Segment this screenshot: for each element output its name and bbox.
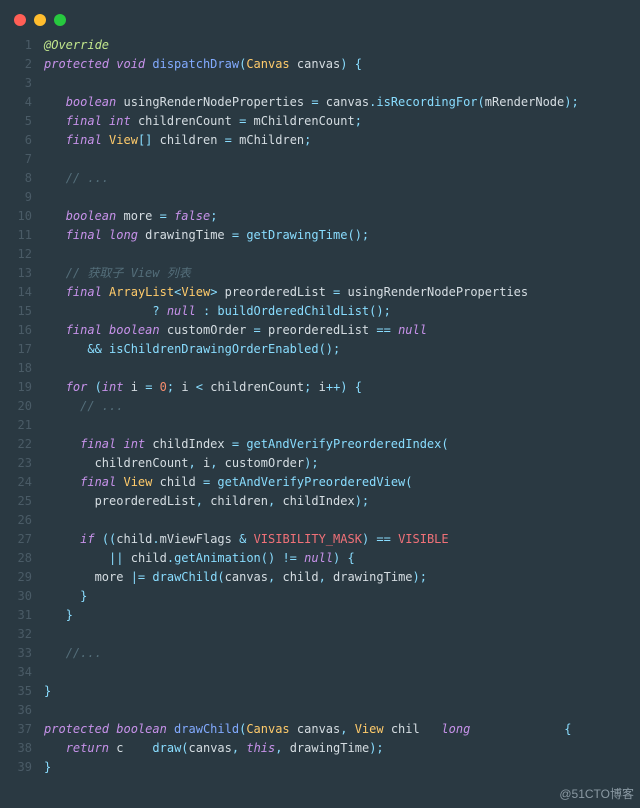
code-line[interactable]: return c draw(canvas, this, drawingTime)… xyxy=(44,739,640,758)
code-line[interactable] xyxy=(44,150,640,169)
line-number: 7 xyxy=(0,150,32,169)
line-number: 2 xyxy=(0,55,32,74)
zoom-icon[interactable] xyxy=(54,14,66,26)
code-line[interactable]: boolean usingRenderNodeProperties = canv… xyxy=(44,93,640,112)
line-number: 24 xyxy=(0,473,32,492)
code-line[interactable]: // ... xyxy=(44,397,640,416)
code-line[interactable]: @Override xyxy=(44,36,640,55)
code-line[interactable]: final int childrenCount = mChildrenCount… xyxy=(44,112,640,131)
line-number: 12 xyxy=(0,245,32,264)
line-number: 33 xyxy=(0,644,32,663)
line-number: 38 xyxy=(0,739,32,758)
line-number: 15 xyxy=(0,302,32,321)
code-line[interactable]: final View child = getAndVerifyPreordere… xyxy=(44,473,640,492)
line-number: 36 xyxy=(0,701,32,720)
code-line[interactable] xyxy=(44,245,640,264)
line-number: 4 xyxy=(0,93,32,112)
line-number: 3 xyxy=(0,74,32,93)
line-number: 26 xyxy=(0,511,32,530)
code-line[interactable]: more |= drawChild(canvas, child, drawing… xyxy=(44,568,640,587)
line-number: 34 xyxy=(0,663,32,682)
line-number: 13 xyxy=(0,264,32,283)
code-line[interactable]: for (int i = 0; i < childrenCount; i++) … xyxy=(44,378,640,397)
code-editor-window: 1234567891011121314151617181920212223242… xyxy=(0,0,640,808)
code-line[interactable]: || child.getAnimation() != null) { xyxy=(44,549,640,568)
line-number: 27 xyxy=(0,530,32,549)
code-line[interactable]: ? null : buildOrderedChildList(); xyxy=(44,302,640,321)
code-line[interactable]: //... xyxy=(44,644,640,663)
code-line[interactable]: final boolean customOrder = preorderedLi… xyxy=(44,321,640,340)
line-number: 29 xyxy=(0,568,32,587)
code-line[interactable]: final View[] children = mChildren; xyxy=(44,131,640,150)
line-number: 22 xyxy=(0,435,32,454)
code-line[interactable]: if ((child.mViewFlags & VISIBILITY_MASK)… xyxy=(44,530,640,549)
code-line[interactable] xyxy=(44,416,640,435)
line-number: 21 xyxy=(0,416,32,435)
code-line[interactable]: final int childIndex = getAndVerifyPreor… xyxy=(44,435,640,454)
line-number: 10 xyxy=(0,207,32,226)
line-number: 23 xyxy=(0,454,32,473)
code-line[interactable] xyxy=(44,663,640,682)
code-line[interactable]: // 获取子 View 列表 xyxy=(44,264,640,283)
code-line[interactable]: boolean more = false; xyxy=(44,207,640,226)
line-number: 39 xyxy=(0,758,32,777)
line-number: 5 xyxy=(0,112,32,131)
code-line[interactable]: final long drawingTime = getDrawingTime(… xyxy=(44,226,640,245)
code-line[interactable]: } xyxy=(44,682,640,701)
code-line[interactable]: preorderedList, children, childIndex); xyxy=(44,492,640,511)
line-number: 28 xyxy=(0,549,32,568)
line-number: 31 xyxy=(0,606,32,625)
code-line[interactable] xyxy=(44,701,640,720)
code-line[interactable]: protected void dispatchDraw(Canvas canva… xyxy=(44,55,640,74)
line-number-gutter: 1234567891011121314151617181920212223242… xyxy=(0,36,32,777)
code-line[interactable]: && isChildrenDrawingOrderEnabled(); xyxy=(44,340,640,359)
code-line[interactable]: } xyxy=(44,606,640,625)
line-number: 20 xyxy=(0,397,32,416)
line-number: 1 xyxy=(0,36,32,55)
line-number: 17 xyxy=(0,340,32,359)
code-line[interactable]: final ArrayList<View> preorderedList = u… xyxy=(44,283,640,302)
code-line[interactable] xyxy=(44,359,640,378)
line-number: 35 xyxy=(0,682,32,701)
line-number: 25 xyxy=(0,492,32,511)
code-line[interactable]: childrenCount, i, customOrder); xyxy=(44,454,640,473)
line-number: 16 xyxy=(0,321,32,340)
line-number: 9 xyxy=(0,188,32,207)
code-line[interactable] xyxy=(44,625,640,644)
code-line[interactable]: // ... xyxy=(44,169,640,188)
watermark: @51CTO博客 xyxy=(559,785,634,802)
close-icon[interactable] xyxy=(14,14,26,26)
code-line[interactable]: protected boolean drawChild(Canvas canva… xyxy=(44,720,640,739)
code-line[interactable] xyxy=(44,74,640,93)
code-content[interactable]: @Overrideprotected void dispatchDraw(Can… xyxy=(32,36,640,777)
line-number: 11 xyxy=(0,226,32,245)
code-line[interactable] xyxy=(44,188,640,207)
line-number: 19 xyxy=(0,378,32,397)
line-number: 8 xyxy=(0,169,32,188)
window-controls xyxy=(0,8,640,32)
code-line[interactable] xyxy=(44,511,640,530)
code-line[interactable]: } xyxy=(44,587,640,606)
line-number: 37 xyxy=(0,720,32,739)
line-number: 32 xyxy=(0,625,32,644)
line-number: 6 xyxy=(0,131,32,150)
code-line[interactable]: } xyxy=(44,758,640,777)
line-number: 30 xyxy=(0,587,32,606)
line-number: 18 xyxy=(0,359,32,378)
line-number: 14 xyxy=(0,283,32,302)
code-area: 1234567891011121314151617181920212223242… xyxy=(0,32,640,777)
minimize-icon[interactable] xyxy=(34,14,46,26)
